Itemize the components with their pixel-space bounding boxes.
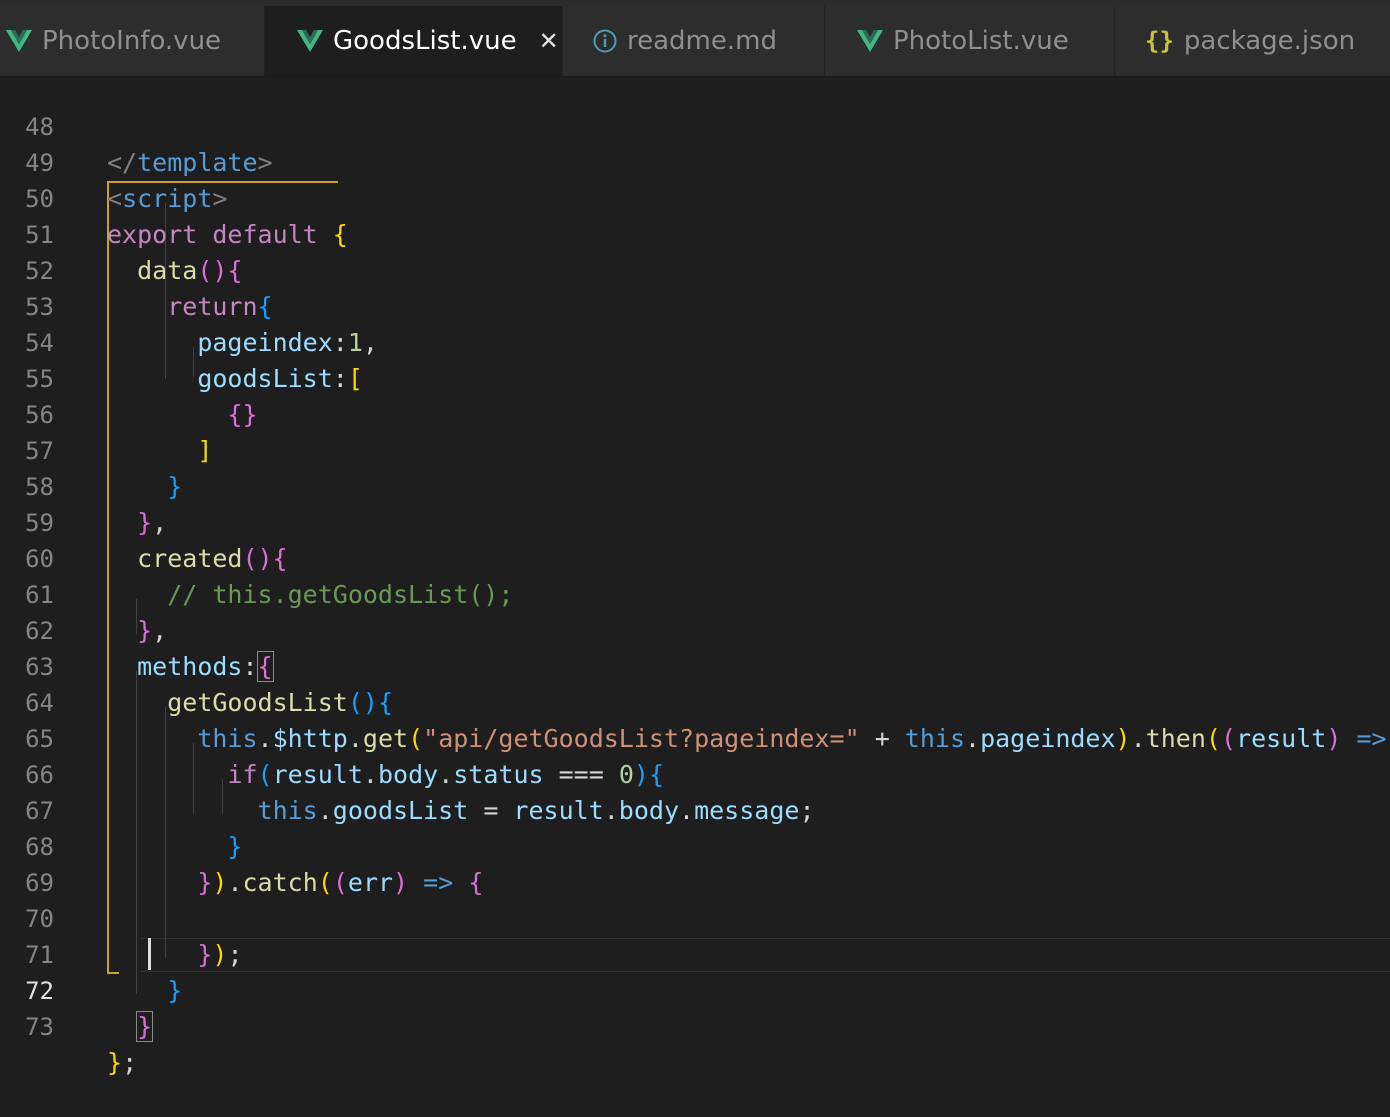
code-line: 54 goodsList:[ bbox=[0, 289, 1390, 393]
code-line: 50 export default { bbox=[0, 145, 1390, 249]
code-line: 48 </template> bbox=[0, 73, 1390, 177]
code-line: 49 <script> bbox=[0, 109, 1390, 213]
json-braces-icon: {} bbox=[1145, 27, 1174, 55]
code-line: 66 this.goodsList = result.body.message; bbox=[0, 721, 1390, 825]
code-editor[interactable]: 48 </template> 49 <script> 50 export def… bbox=[0, 73, 1390, 1077]
code-line: 60 // this.getGoodsList(); bbox=[0, 505, 1390, 609]
code-line-current: 72 } bbox=[0, 937, 1390, 1042]
tab-readme-md[interactable]: readme.md bbox=[563, 6, 825, 76]
code-line: 56 ] bbox=[0, 361, 1390, 465]
code-line: 73 }; bbox=[0, 973, 1390, 1077]
code-line: 68 }).catch((err) => { bbox=[0, 793, 1390, 897]
code-line: 71 } bbox=[0, 901, 1390, 1005]
code-line: 53 pageindex:1, bbox=[0, 253, 1390, 357]
code-line: 51 data(){ bbox=[0, 181, 1390, 285]
code-line: 69 bbox=[0, 829, 1390, 897]
code-line: 52 return{ bbox=[0, 217, 1390, 321]
code-line: 67 } bbox=[0, 757, 1390, 861]
code-line: 57 } bbox=[0, 397, 1390, 501]
tab-package-json[interactable]: {} package.json bbox=[1115, 6, 1390, 76]
code-line: 62 methods:{ bbox=[0, 577, 1390, 682]
code-line: 65 if(result.body.status === 0){ bbox=[0, 685, 1390, 789]
line-number: 73 bbox=[25, 1013, 54, 1041]
tab-label: PhotoList.vue bbox=[893, 26, 1069, 56]
tab-bar: PhotoInfo.vue GoodsList.vue ✕ readme.md … bbox=[0, 6, 1390, 77]
code-line: 70 }); bbox=[0, 865, 1390, 969]
tab-label: GoodsList.vue bbox=[333, 26, 517, 56]
info-icon bbox=[593, 29, 617, 53]
code-line: 63 getGoodsList(){ bbox=[0, 613, 1390, 717]
code-line: 64 this.$http.get("api/getGoodsList?page… bbox=[0, 649, 1390, 753]
tab-label: package.json bbox=[1183, 26, 1356, 56]
code-text: } bbox=[136, 1011, 154, 1042]
tab-goodslist-vue[interactable]: GoodsList.vue ✕ bbox=[265, 6, 563, 76]
vue-icon bbox=[297, 29, 323, 53]
vue-icon bbox=[6, 29, 32, 53]
text-cursor bbox=[148, 938, 151, 970]
close-icon[interactable]: ✕ bbox=[539, 27, 559, 55]
tab-label: readme.md bbox=[627, 26, 777, 56]
code-line: 55 {} bbox=[0, 325, 1390, 429]
tab-photoinfo-vue[interactable]: PhotoInfo.vue bbox=[0, 6, 265, 76]
tab-label: PhotoInfo.vue bbox=[42, 26, 222, 56]
vue-icon bbox=[857, 29, 883, 53]
code-text: }; bbox=[107, 1048, 138, 1077]
code-line: 59 created(){ bbox=[0, 469, 1390, 573]
code-line: 61 }, bbox=[0, 541, 1390, 645]
tab-photolist-vue[interactable]: PhotoList.vue bbox=[825, 6, 1115, 76]
code-line: 58 }, bbox=[0, 433, 1390, 537]
